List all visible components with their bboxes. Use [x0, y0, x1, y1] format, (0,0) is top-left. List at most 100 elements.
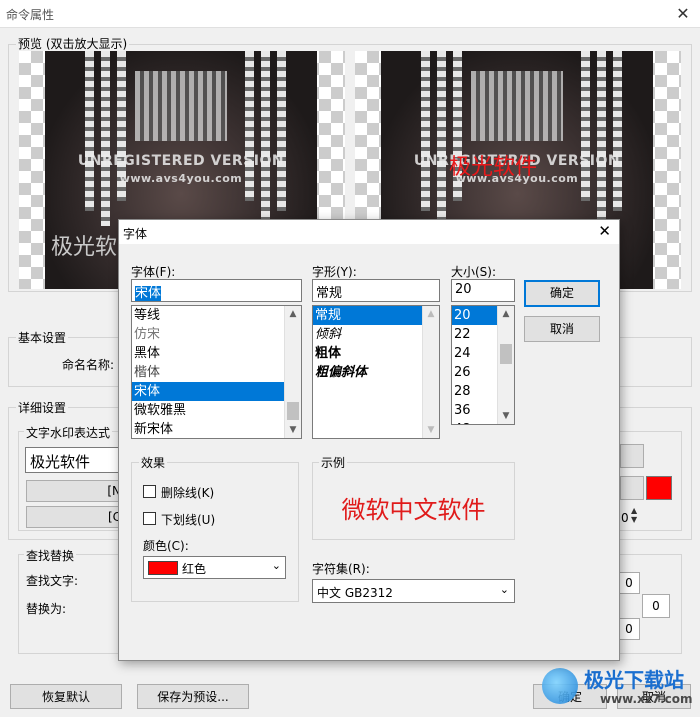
preview-right-overlay-text: 极光软件 — [449, 155, 538, 180]
close-icon[interactable]: ✕ — [672, 3, 694, 25]
effects-group — [131, 462, 299, 602]
font-style-input-value: 常规 — [316, 286, 343, 301]
style-list-item[interactable]: 倾斜 — [313, 325, 422, 344]
style-list-item[interactable]: 粗体 — [313, 344, 422, 363]
underline-checkbox[interactable] — [143, 512, 156, 525]
expr-input[interactable]: 极光软件 — [25, 447, 125, 473]
brand-logo-icon — [542, 668, 578, 704]
font-name-input[interactable]: 宋体 — [131, 279, 302, 302]
insert-c-button[interactable]: [C — [26, 506, 126, 528]
sample-text: 微软中文软件 — [341, 496, 486, 524]
font-list[interactable]: 等线 仿宋 黑体 楷体 宋体 微软雅黑 新宋体 ▲ ▼ — [131, 305, 302, 439]
find-text-label: 查找文字: — [26, 574, 79, 588]
preview-left-watermark-1: UNREGISTERED VERSION — [77, 153, 285, 169]
detail-right-button-1[interactable] — [620, 444, 644, 468]
brand-name: 极光下载站 — [584, 668, 684, 692]
font-dialog-close-icon[interactable]: ✕ — [598, 222, 611, 240]
style-list-scroll-up-icon[interactable]: ▲ — [423, 306, 439, 322]
style-label: 字形(Y): — [312, 265, 357, 279]
restore-default-button[interactable]: 恢复默认 — [10, 684, 122, 709]
underline-label[interactable]: 下划线(U) — [161, 511, 215, 528]
find-field-right[interactable]: 0 — [618, 572, 640, 594]
size-list-item[interactable]: 20 — [452, 306, 497, 325]
style-list[interactable]: 常规 倾斜 粗体 粗偏斜体 ▲ ▼ — [312, 305, 440, 439]
size-list-scrollbar[interactable]: ▲ ▼ — [497, 306, 514, 424]
size-list-scroll-down-icon[interactable]: ▼ — [498, 408, 514, 424]
basic-settings-label: 基本设置 — [16, 329, 69, 346]
window-title: 命令属性 — [6, 8, 55, 22]
font-list-item[interactable]: 楷体 — [132, 363, 284, 382]
size-list-items: 20222426283648 — [452, 306, 497, 424]
insert-n-button[interactable]: [N — [26, 480, 126, 502]
font-list-scroll-up-icon[interactable]: ▲ — [285, 306, 301, 322]
color-swatch — [148, 561, 178, 575]
font-list-items: 等线 仿宋 黑体 楷体 宋体 微软雅黑 新宋体 — [132, 306, 284, 438]
name-label: 命名名称: — [62, 358, 115, 372]
style-list-item[interactable]: 常规 — [313, 306, 422, 325]
size-list-item[interactable]: 36 — [452, 401, 497, 420]
size-list[interactable]: 20222426283648 ▲ ▼ — [451, 305, 515, 425]
color-label: 颜色(C): — [143, 539, 189, 553]
font-size-input[interactable]: 20 — [451, 279, 515, 302]
size-list-item[interactable]: 28 — [452, 382, 497, 401]
size-list-item[interactable]: 48 — [452, 420, 497, 424]
style-list-scrollbar[interactable]: ▲ ▼ — [422, 306, 439, 438]
detail-settings-label: 详细设置 — [16, 399, 69, 416]
detail-number-value: 0 — [621, 511, 629, 525]
save-preset-button[interactable]: 保存为预设... — [137, 684, 249, 709]
font-list-scroll-down-icon[interactable]: ▼ — [285, 422, 301, 438]
expr-input-value: 极光软件 — [30, 453, 91, 471]
font-dialog-cancel-button[interactable]: 取消 — [524, 316, 600, 342]
sample-label: 示例 — [319, 454, 348, 471]
font-style-input[interactable]: 常规 — [312, 279, 440, 302]
font-list-item[interactable]: 仿宋 — [132, 325, 284, 344]
color-select[interactable]: 红色 ⌄ — [143, 556, 286, 579]
font-list-scroll-thumb[interactable] — [287, 402, 299, 420]
font-name-input-value: 宋体 — [135, 286, 162, 301]
strikeout-checkbox[interactable] — [143, 485, 156, 498]
brand-logo: 极光下载站 www.xz7.com — [540, 664, 698, 714]
color-dropdown-icon[interactable]: ⌄ — [272, 559, 281, 572]
font-label: 字体(F): — [131, 265, 176, 279]
font-dialog-ok-button[interactable]: 确定 — [524, 280, 600, 307]
charset-dropdown-icon[interactable]: ⌄ — [500, 583, 509, 596]
third-field-right[interactable]: 0 — [618, 618, 640, 640]
font-list-item[interactable]: 黑体 — [132, 344, 284, 363]
color-name: 红色 — [182, 562, 207, 576]
font-list-item[interactable]: 宋体 — [132, 382, 284, 401]
size-label: 大小(S): — [451, 265, 497, 279]
find-replace-label: 查找替换 — [24, 547, 77, 564]
font-dialog-titlebar: 字体 ✕ — [119, 220, 619, 244]
detail-color-swatch[interactable] — [646, 476, 672, 500]
strikeout-label[interactable]: 删除线(K) — [161, 484, 214, 501]
size-list-item[interactable]: 22 — [452, 325, 497, 344]
font-dialog-title: 字体 — [123, 227, 148, 241]
effects-label: 效果 — [139, 454, 168, 471]
charset-label: 字符集(R): — [312, 562, 370, 576]
brand-url: www.xz7.com — [600, 692, 693, 706]
preview-left-overlay-text: 极光软 — [51, 235, 118, 260]
font-list-item[interactable]: 新宋体 — [132, 420, 284, 438]
size-list-item[interactable]: 26 — [452, 363, 497, 382]
style-list-items: 常规 倾斜 粗体 粗偏斜体 — [313, 306, 422, 382]
style-list-item[interactable]: 粗偏斜体 — [313, 363, 422, 382]
size-list-scroll-thumb[interactable] — [500, 344, 512, 364]
detail-spinner-icon[interactable]: ▲ ▼ — [631, 506, 637, 524]
size-list-scroll-up-icon[interactable]: ▲ — [498, 306, 514, 322]
font-list-item[interactable]: 微软雅黑 — [132, 401, 284, 420]
detail-right-button-2[interactable] — [620, 476, 644, 500]
replace-label: 替换为: — [26, 602, 67, 616]
window-titlebar: 命令属性 ✕ — [0, 0, 700, 28]
charset-select[interactable]: 中文 GB2312 ⌄ — [312, 579, 515, 603]
expr-label: 文字水印表达式 — [24, 424, 113, 441]
size-list-item[interactable]: 24 — [452, 344, 497, 363]
charset-value: 中文 GB2312 — [317, 586, 393, 600]
font-size-input-value: 20 — [455, 282, 472, 297]
replace-field-right[interactable]: 0 — [642, 594, 670, 618]
font-dialog: 字体 ✕ 字体(F): 宋体 等线 仿宋 黑体 楷体 宋体 微软雅黑 新宋体 ▲ ▼ 字形(… — [118, 219, 620, 661]
font-list-item[interactable]: 等线 — [132, 306, 284, 325]
preview-left-watermark-2: www.avs4you.com — [119, 172, 243, 185]
font-list-scrollbar[interactable]: ▲ ▼ — [284, 306, 301, 438]
preview-label: 预览 (双击放大显示) — [16, 35, 130, 52]
style-list-scroll-down-icon[interactable]: ▼ — [423, 422, 439, 438]
